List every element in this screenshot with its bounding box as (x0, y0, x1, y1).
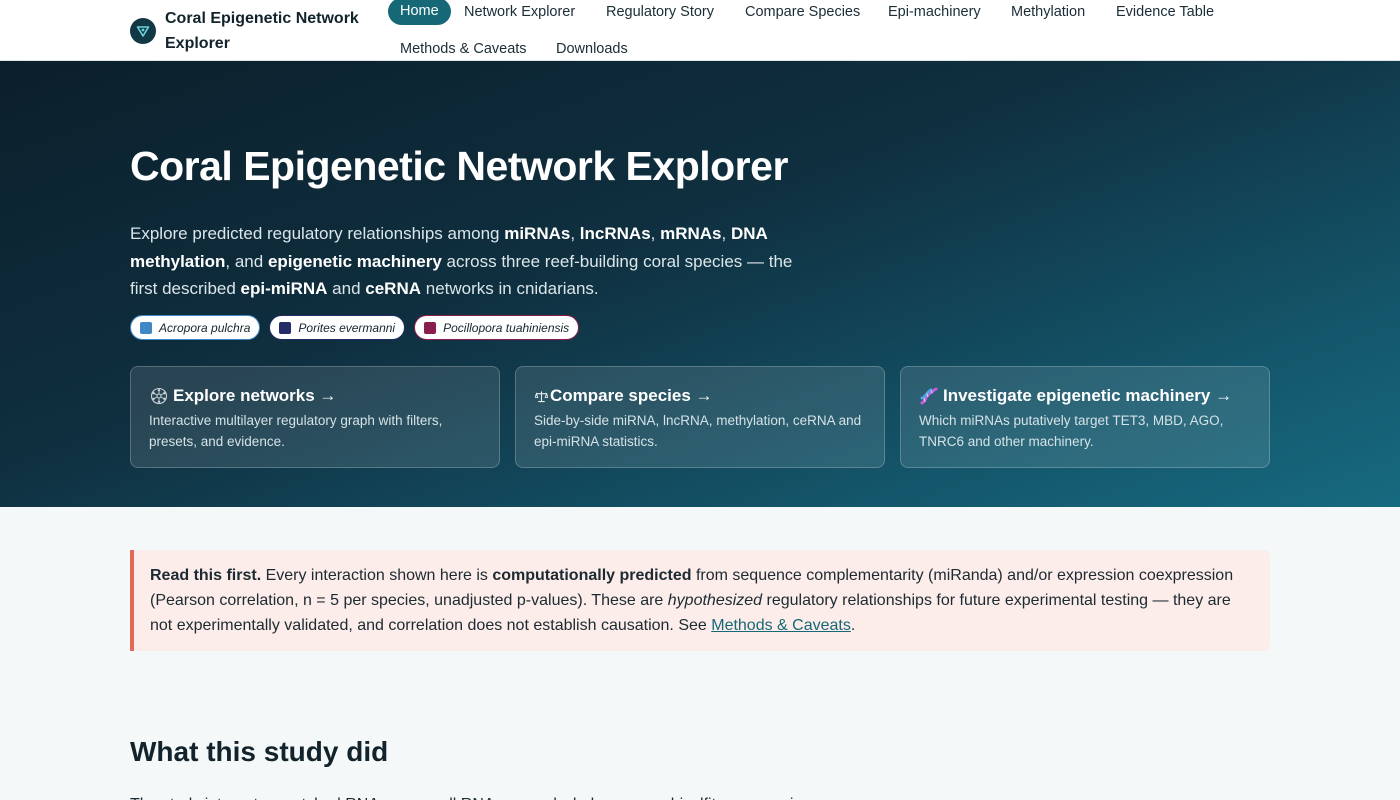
nav-epi-machinery[interactable]: Epi-machinery (888, 2, 981, 22)
dna-icon (919, 386, 939, 406)
intro-text: , (721, 224, 731, 243)
intro-text: Explore predicted regulatory relationshi… (130, 224, 505, 243)
hero-section: Coral Epigenetic Network Explorer Explor… (0, 61, 1400, 507)
balance-scale-icon (534, 386, 548, 406)
intro-term-epi-mirna: epi-miRNA (240, 279, 328, 298)
nav-network-explorer[interactable]: Network Explorer (464, 2, 575, 22)
notice-italic: hypothesized (667, 592, 763, 609)
notice-lead: Read this first. (150, 567, 262, 584)
section-body-text: The study integrates matched RNA-seq, sm… (130, 792, 1270, 800)
species-color-swatch (424, 321, 437, 334)
hero-title: Coral Epigenetic Network Explorer (130, 143, 788, 189)
card-description: Side-by-side miRNA, lncRNA, methylation,… (534, 413, 862, 449)
card-heading: Compare species → (534, 385, 866, 407)
card-title: Explore networks → (173, 386, 337, 405)
species-color-swatch (140, 321, 152, 334)
nav-methylation[interactable]: Methylation (1011, 2, 1085, 22)
species-chip-acropora-pulchra: Acropora pulchra (130, 315, 261, 340)
species-name: Porites evermanni (298, 320, 396, 335)
brand-title: Coral Epigenetic Network Explorer (165, 10, 359, 52)
nav-compare-species[interactable]: Compare Species (745, 2, 860, 22)
species-chips: Acropora pulchra Porites evermanni Pocil… (130, 315, 588, 340)
species-chip-pocillopora-tuahiniensis: Pocillopora tuahiniensis (414, 315, 580, 340)
hero-intro: Explore predicted regulatory relationshi… (130, 220, 820, 303)
intro-text: networks in cnidarians. (421, 279, 599, 298)
card-heading: Explore networks → (149, 385, 481, 407)
card-description: Which miRNAs putatively target TET3, MBD… (919, 413, 1224, 449)
species-name: Acropora pulchra (159, 320, 251, 335)
card-explore-networks[interactable]: Explore networks → Interactive multilaye… (130, 366, 500, 468)
section-title-what-this-study-did: What this study did (130, 736, 389, 767)
intro-term-cerna: ceRNA (365, 279, 422, 298)
intro-text: and (327, 279, 366, 298)
nav-downloads[interactable]: Downloads (556, 39, 628, 59)
coral-logo-icon (130, 18, 156, 44)
notice-emphasis: computationally predicted (492, 567, 692, 584)
nav-evidence-table[interactable]: Evidence Table (1116, 2, 1214, 22)
nav-methods-caveats[interactable]: Methods & Caveats (400, 39, 527, 59)
intro-term-mirnas: miRNAs (504, 224, 571, 243)
methods-caveats-link[interactable]: Methods & Caveats (711, 617, 851, 634)
card-heading: Investigate epigenetic machinery → (919, 385, 1251, 407)
intro-term-epigenetic-machinery: epigenetic machinery (267, 251, 442, 271)
network-icon (149, 386, 169, 406)
card-title: Investigate epigenetic machinery → (943, 386, 1233, 405)
intro-term-mrnas: mRNAs (660, 224, 722, 243)
card-title: Compare species → (550, 386, 713, 405)
card-compare-species[interactable]: Compare species → Side-by-side miRNA, ln… (515, 366, 885, 468)
nav-home[interactable]: Home (388, 0, 451, 25)
top-navbar: Coral Epigenetic Network Explorer Home N… (0, 0, 1400, 61)
intro-text: , (570, 224, 580, 243)
intro-text: , (650, 224, 661, 243)
species-name: Pocillopora tuahiniensis (443, 320, 570, 335)
notice-text: Every interaction shown here is (261, 567, 493, 584)
brand-link[interactable]: Coral Epigenetic Network Explorer (130, 6, 375, 56)
nav-regulatory-story[interactable]: Regulatory Story (606, 2, 714, 22)
caveat-notice: Read this first. Every interaction shown… (130, 550, 1270, 651)
card-description: Interactive multilayer regulatory graph … (149, 413, 443, 449)
intro-term-lncrnas: lncRNAs (579, 224, 651, 243)
notice-text: . (850, 617, 856, 634)
species-color-swatch (279, 321, 292, 334)
intro-text: , and (225, 251, 268, 271)
species-chip-porites-evermanni: Porites evermanni (269, 315, 406, 340)
card-investigate-machinery[interactable]: Investigate epigenetic machinery → Which… (900, 366, 1270, 468)
